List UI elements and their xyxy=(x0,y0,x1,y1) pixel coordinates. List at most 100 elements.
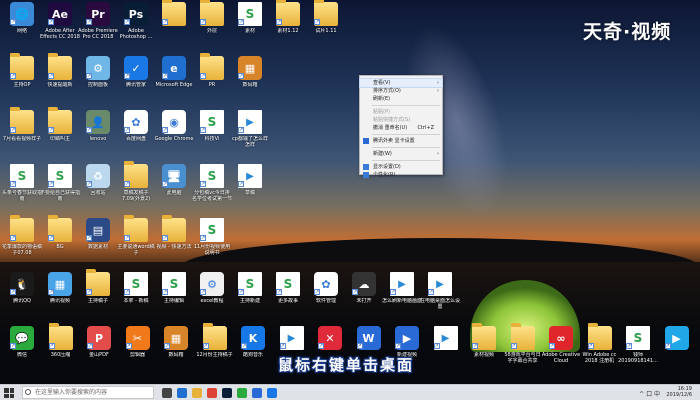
desktop-icon-label: 素材1.12 xyxy=(277,28,299,34)
task-view-icon[interactable] xyxy=(162,388,172,398)
desktop-icon-label: 回收站 xyxy=(90,190,106,196)
desktop-icon[interactable]: 🌐 ↗ 网络 xyxy=(2,2,42,48)
desktop-icon[interactable]: S ↗ 头条号春节获取指南 xyxy=(2,164,42,210)
desktop-icon[interactable]: ↗ 素材视频 xyxy=(464,323,504,372)
desktop-icon[interactable]: ▦ ↗ 数码箱 xyxy=(230,56,270,102)
system-tray-icons[interactable]: ^ 口 中 xyxy=(639,389,660,398)
menu-separator xyxy=(372,160,440,161)
desktop-icon[interactable]: Pr ↗ Adobe Premiere Pro CC 2018 xyxy=(78,2,118,48)
desktop-icon[interactable]: ∞ ↗ Adobe Creative Cloud xyxy=(541,326,581,372)
context-menu-item[interactable]: 排序方式(O) › xyxy=(360,87,442,95)
desktop-icon-label: Adobe Creative Cloud xyxy=(541,352,581,364)
desktop-icon[interactable]: ↗ 主持稿子 xyxy=(78,269,118,318)
context-menu-item[interactable]: 个性化(R) xyxy=(360,171,442,179)
menu-item-label: 腾讯外卖 显卡设置 xyxy=(373,138,415,144)
desktop-icon[interactable]: ↗ 草稿发稿子7.09(外景2) xyxy=(116,161,156,210)
qq-taskbar-icon[interactable] xyxy=(267,388,277,398)
desktop-icon[interactable]: ▶ ↗ 怎么刷新电脑画面 xyxy=(382,272,422,318)
desktop-icon[interactable]: ▶ ↗ 在电脑桌面怎么设置 xyxy=(420,272,460,318)
desktop-icon[interactable]: ↗ 花季爆款的物语稿子07.08 xyxy=(2,215,42,264)
desktop-icon[interactable]: S ↗ 不要给自己获得指南 xyxy=(40,164,80,210)
desktop-icon[interactable]: ▶ ↗ xyxy=(426,326,466,372)
desktop-icon[interactable]: 👤 ↗ lenovo xyxy=(78,110,118,156)
desktop-icon[interactable]: ✂ ↗ 剪辑器 xyxy=(118,326,158,372)
desktop-icon[interactable]: Ps ↗ Adobe Photoshop ... xyxy=(116,2,156,48)
edge-taskbar-icon[interactable] xyxy=(177,388,187,398)
desktop-icon[interactable]: ↗ 外层 xyxy=(192,0,232,48)
desktop-icon[interactable]: ▦ ↗ 腾讯视频 xyxy=(40,272,80,318)
desktop-icon[interactable]: S ↗ 主持编辑 xyxy=(154,272,194,318)
shortcut-arrow-icon: ↗ xyxy=(664,343,671,349)
desktop-icon[interactable]: Ae ↗ Adobe After Effects CC 2018 xyxy=(40,2,80,48)
desktop-icon-label: 数码箱 xyxy=(168,352,184,358)
desktop-icon[interactable]: 🐧 ↗ 腾讯QQ xyxy=(2,272,42,318)
desktop-icon[interactable]: ↗ 58游戏平台与日字字幕合共享 xyxy=(503,323,543,372)
chrome-taskbar-icon[interactable] xyxy=(207,388,217,398)
desktop-icon[interactable]: ↗ 快速提醒新 xyxy=(40,53,80,102)
desktop-icon[interactable]: ◉ ↗ Google Chrome xyxy=(154,110,194,156)
desktop-icon[interactable]: ↗ BG xyxy=(40,215,80,264)
desktop-icon-label: 网络 xyxy=(16,28,27,34)
desktop-icon-label: Win Adobe cc 2018 注册机 xyxy=(582,352,617,364)
context-menu-item[interactable]: 新建(W) › xyxy=(360,150,442,158)
desktop-icon[interactable]: ▶ ↗ xyxy=(657,326,697,372)
shortcut-arrow-icon: ↗ xyxy=(318,343,324,349)
context-menu-item[interactable]: 刷新(E) xyxy=(360,95,442,103)
desktop-icon[interactable]: 💬 ↗ 微信 xyxy=(2,326,42,372)
desktop-icon[interactable]: ↗ 视频 - 快速方法 xyxy=(154,215,194,264)
desktop-icon[interactable]: S ↗ 科技Vi xyxy=(192,110,232,156)
shortcut-arrow-icon: ↗ xyxy=(10,289,16,295)
desktop-icon[interactable]: ↗ 主持OP xyxy=(2,53,42,102)
word-taskbar-icon[interactable] xyxy=(252,388,262,398)
desktop-icon[interactable]: S ↗ 11月份视频使用说明书 xyxy=(192,218,232,264)
desktop-icon[interactable]: ↗ 印鳞叫主 xyxy=(40,107,80,156)
context-menu-item[interactable]: 撤消 重命名(U) Ctrl+Z xyxy=(360,124,442,132)
desktop-icon[interactable]: S ↗ 更多故事 xyxy=(268,272,308,318)
desktop-icon[interactable]: e ↗ Microsoft Edge xyxy=(154,56,194,102)
shortcut-arrow-icon: ↗ xyxy=(162,181,168,187)
desktop-icon[interactable]: ↗ 12月份主持稿子 xyxy=(195,323,235,372)
desktop-icon[interactable]: ↗ 素材1.12 xyxy=(268,0,308,48)
desktop-icon[interactable]: S ↗ 本拿 - 新稿 xyxy=(116,272,156,318)
desktop-icon[interactable]: ✓ ↗ 腾讯管家 xyxy=(116,56,156,102)
desktop-icon[interactable]: ♻ ↗ 回收站 xyxy=(78,164,118,210)
desktop-icon[interactable]: ✿ ↗ 百度网盘 xyxy=(116,110,156,156)
desktop-icon[interactable]: ↗ 主要说通word稿子 xyxy=(116,215,156,264)
menu-item-label: 粘贴(P) xyxy=(373,109,390,115)
desktop-icon[interactable]: ▶ ↗ cp都输了怎么样怎样 xyxy=(230,110,270,156)
desktop-icon[interactable]: S ↗ 分包稿vc今日排名学位考试第一节 xyxy=(192,164,232,210)
start-button[interactable] xyxy=(4,388,14,398)
desktop-icon-label: 花季爆款的物语稿子07.08 xyxy=(2,244,42,256)
desktop-icon[interactable]: S ↗ 钱师 20190918141... xyxy=(618,326,658,372)
desktop-icon[interactable]: ▤ ↗ 数据素材 xyxy=(78,218,118,264)
desktop-icon[interactable]: ☁ ↗ 未打开 xyxy=(344,272,384,318)
desktop-icon[interactable]: S ↗ 素材 xyxy=(230,2,270,48)
desktop-icon[interactable]: ▦ ↗ 数码箱 xyxy=(156,326,196,372)
desktop-icon-label: 腾讯视频 xyxy=(49,298,70,304)
context-menu-item[interactable]: 显示设置(D) xyxy=(360,163,442,171)
desktop-icon[interactable]: 🖥 ↗ 此电脑 xyxy=(154,164,194,210)
desktop-icon[interactable]: ↗ PR xyxy=(192,53,232,102)
desktop-icon[interactable]: ↗ Win Adobe cc 2018 注册机 xyxy=(580,323,620,372)
desktop-icon[interactable]: ▶ ↗ 草稿 xyxy=(230,164,270,210)
context-menu-item[interactable]: 查看(V) › xyxy=(359,78,443,88)
desktop-icon[interactable]: ↗ xyxy=(154,0,194,48)
desktop-icon[interactable]: K ↗ 酷狗音乐 xyxy=(233,326,273,372)
desktop-icon[interactable]: ↗ 7月看看视频样子 xyxy=(2,107,42,156)
clock[interactable]: 16:19 2019/12/6 xyxy=(666,386,692,398)
desktop-icon[interactable]: ⚙ ↗ 控制面板 xyxy=(78,56,118,102)
desktop-icon[interactable]: S ↗ 主持新建 xyxy=(230,272,270,318)
desktop-icon[interactable]: ↗ 360压缩 xyxy=(41,323,81,372)
desktop-icon[interactable]: ⚙ ↗ excel教程 xyxy=(192,272,232,318)
desktop-icon[interactable]: ↗ 试片1.11 xyxy=(306,0,346,48)
menu-separator xyxy=(372,134,440,135)
submenu-chevron-icon: › xyxy=(437,151,439,157)
photoshop-taskbar-icon[interactable] xyxy=(222,388,232,398)
desktop-icon[interactable]: ✿ ↗ 软件管理 xyxy=(306,272,346,318)
explorer-taskbar-icon[interactable] xyxy=(192,388,202,398)
shortcut-arrow-icon: ↗ xyxy=(48,73,54,79)
taskbar-search-box[interactable]: 在这里输入你要搜索的内容 xyxy=(22,386,154,399)
context-menu-item[interactable]: 腾讯外卖 显卡设置 xyxy=(360,137,442,145)
wechat-taskbar-icon[interactable] xyxy=(237,388,247,398)
desktop-icon[interactable]: P ↗ 金山PDF xyxy=(79,326,119,372)
